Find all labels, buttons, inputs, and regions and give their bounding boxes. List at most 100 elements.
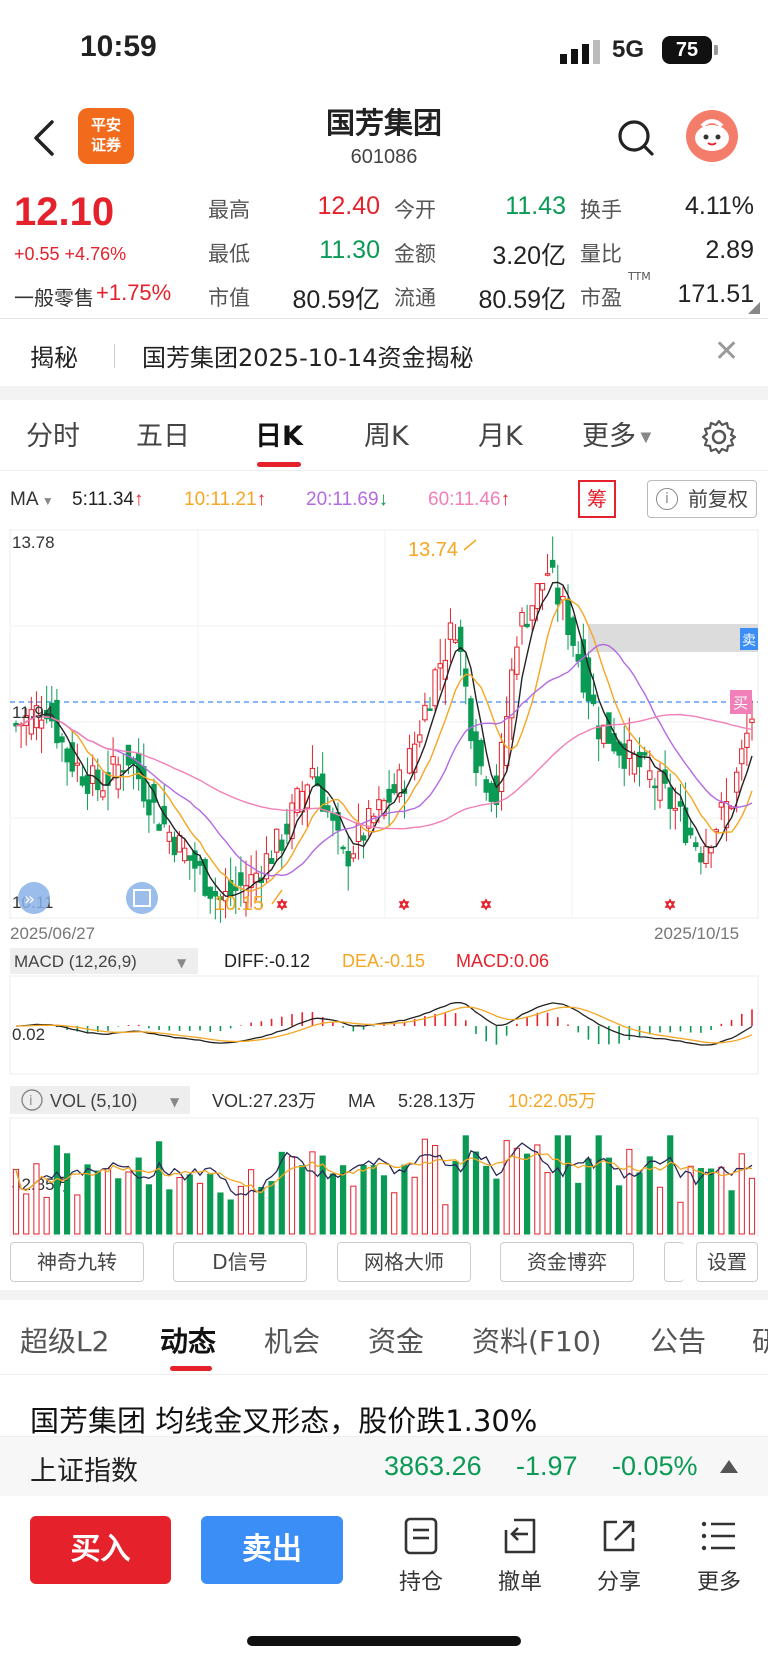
float-cap-value: 80.59亿 — [478, 286, 566, 314]
tab-announcements[interactable]: 公告 — [650, 1320, 706, 1360]
candle-body — [406, 748, 413, 774]
holdings-icon[interactable] — [401, 1516, 441, 1556]
cancel-order-label[interactable]: 撤单 — [480, 1564, 560, 1596]
tab-monthly-k[interactable]: 月K — [478, 414, 523, 453]
volume-bar — [616, 1185, 623, 1235]
volume-bar — [564, 1135, 572, 1235]
tool-nine-turns[interactable]: 神奇九转 — [10, 1242, 144, 1282]
vol-ma-label: MA — [348, 1091, 375, 1111]
high-value: 12.40 — [317, 192, 380, 220]
share-icon[interactable] — [599, 1516, 639, 1556]
tab-five-day[interactable]: 五日 — [136, 414, 190, 453]
candle-body — [698, 852, 704, 863]
tool-d-signal[interactable]: D信号 — [173, 1242, 307, 1282]
chip-distribution-button[interactable]: 筹 — [578, 480, 616, 518]
holdings-label[interactable]: 持仓 — [381, 1564, 461, 1596]
volume-bar — [227, 1199, 234, 1235]
candle-body — [100, 790, 106, 798]
candle-body — [141, 766, 147, 802]
macd-value: MACD:0.06 — [456, 951, 549, 971]
more-menu-icon[interactable] — [699, 1516, 739, 1556]
share-label[interactable]: 分享 — [579, 1564, 659, 1596]
volume-bar — [370, 1165, 377, 1235]
ma-label[interactable]: MA ▼ — [10, 489, 54, 511]
candle-body — [176, 834, 183, 853]
assistant-avatar[interactable] — [686, 110, 738, 162]
vol-ma5: 5:28.13万 — [398, 1091, 476, 1111]
tool-fund-game[interactable]: 资金博弈 — [500, 1242, 634, 1282]
volume-bar — [493, 1178, 500, 1235]
tab-news-feed[interactable]: 动态 — [160, 1320, 216, 1360]
candle-body — [59, 736, 65, 743]
candle-body — [483, 779, 489, 793]
tab-more[interactable]: 更多 ▼ — [582, 414, 651, 453]
volume-bar — [380, 1175, 388, 1235]
more-label[interactable]: 更多 — [679, 1564, 759, 1596]
sector-change[interactable]: +1.75% — [96, 280, 171, 306]
candle-body — [468, 698, 474, 742]
close-icon[interactable]: ✕ — [714, 334, 739, 369]
cancel-order-icon[interactable] — [500, 1516, 540, 1556]
section-gap — [0, 1290, 768, 1300]
tab-f10[interactable]: 资料(F10) — [472, 1320, 602, 1360]
pe-label: 市盈 — [580, 286, 622, 310]
expand-corner-icon[interactable] — [748, 302, 760, 314]
y-max-label: 13.78 — [12, 533, 55, 552]
volume-bar — [350, 1185, 357, 1235]
volume-bar — [708, 1168, 715, 1235]
tool-grid-master[interactable]: 网格大师 — [337, 1242, 471, 1282]
news-headline[interactable]: 国芳集团 均线金叉形态，股价跌1.30% — [30, 1398, 537, 1440]
candle-body — [74, 762, 81, 766]
tool-partial[interactable] — [664, 1242, 684, 1282]
macd-title: MACD (12,26,9) — [14, 952, 137, 971]
ma20-text: 20:11.69 — [306, 489, 379, 510]
tab-weekly-k[interactable]: 周K — [364, 414, 409, 453]
candle-body — [309, 767, 316, 778]
candle-body — [570, 617, 576, 646]
tool-settings[interactable]: 设置 — [696, 1242, 758, 1282]
fullscreen-button[interactable] — [126, 882, 158, 914]
volume-bar — [166, 1189, 173, 1235]
divider — [0, 318, 768, 319]
tab-opportunity[interactable]: 机会 — [264, 1320, 320, 1360]
ma5-arrow: ↑ — [133, 489, 144, 510]
search-icon[interactable] — [616, 116, 656, 160]
tab-super-l2[interactable]: 超级L2 — [20, 1320, 109, 1360]
candle-body — [330, 812, 336, 821]
high-marker-pointer — [463, 539, 477, 551]
assistant-face-icon — [695, 119, 729, 151]
volume-bar — [176, 1177, 183, 1235]
volume-bar — [656, 1186, 664, 1235]
tab-funds[interactable]: 资金 — [368, 1320, 424, 1360]
turnover-label: 换手 — [580, 198, 622, 222]
kline-chart-area[interactable]: 13.78 11.94 10.11 13.74 10.15 » 卖 买 2025… — [0, 526, 768, 1238]
expand-up-icon[interactable] — [720, 1460, 738, 1473]
candle-body — [652, 785, 658, 789]
candle-body — [284, 823, 290, 835]
volume-bar — [268, 1181, 275, 1235]
open-value: 11.43 — [505, 192, 566, 220]
volume-bar — [340, 1165, 347, 1235]
buy-button[interactable]: 买入 — [30, 1516, 171, 1584]
index-value: 3863.26 — [384, 1451, 482, 1481]
collapse-button[interactable]: » — [18, 882, 50, 914]
candle-body — [687, 827, 694, 836]
sell-button[interactable]: 卖出 — [201, 1516, 343, 1584]
reveal-link[interactable]: 国芳集团2025-10-14资金揭秘 — [142, 338, 473, 373]
candle-body — [386, 788, 392, 803]
candle-body — [626, 739, 633, 759]
sector-name[interactable]: 一般零售 — [14, 282, 94, 311]
high-label: 最高 — [208, 198, 250, 222]
volume-bar — [258, 1186, 265, 1235]
volume-bar — [544, 1172, 551, 1235]
chevron-down-icon: ▼ — [636, 429, 652, 446]
buy-tag-text: 买 — [733, 694, 748, 712]
candle-body — [64, 748, 70, 763]
macd-axis-label: 0.02 — [12, 1025, 45, 1044]
tab-daily-k[interactable]: 日K — [255, 414, 303, 453]
tab-intraday[interactable]: 分时 — [26, 414, 80, 453]
tab-research[interactable]: 研 — [752, 1320, 768, 1360]
candle-body — [657, 770, 663, 801]
gear-icon[interactable] — [700, 418, 738, 456]
adjust-mode-button[interactable]: i 前复权 — [647, 480, 757, 518]
